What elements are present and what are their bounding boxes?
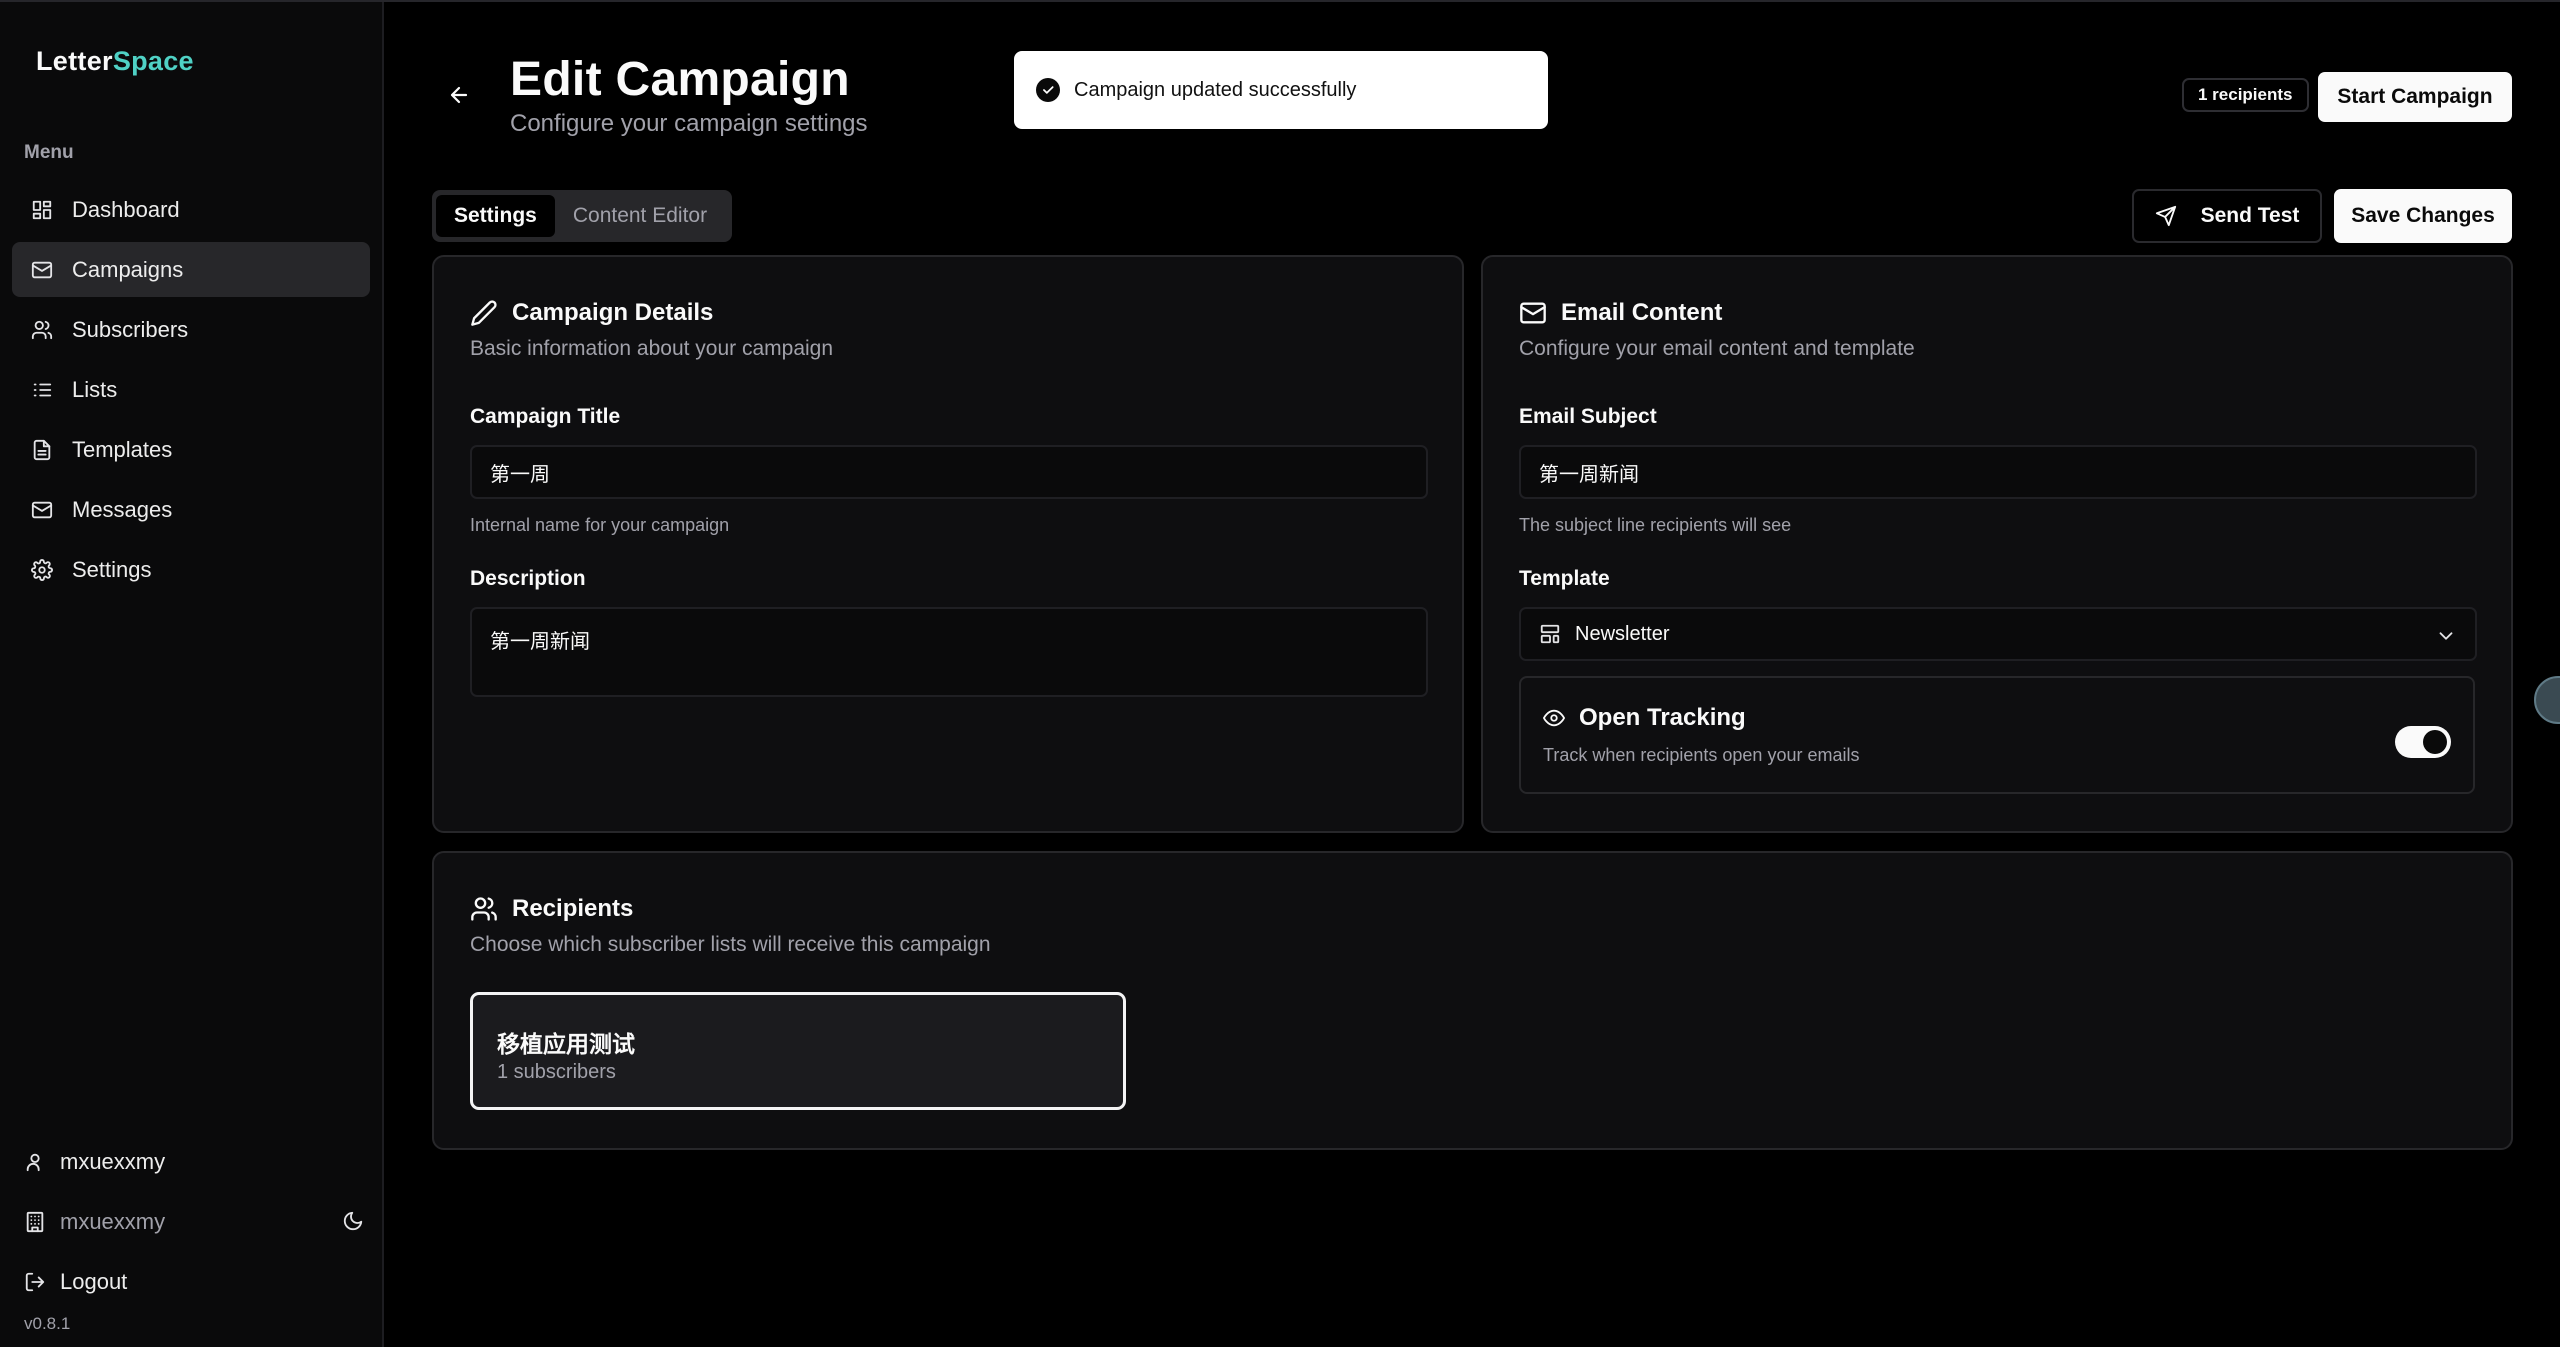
sidebar-item-templates[interactable]: Templates: [12, 422, 370, 477]
org-row[interactable]: mxuexxmy: [24, 1202, 364, 1242]
card-header: Campaign Details: [470, 299, 713, 327]
open-tracking-description: Track when recipients open your emails: [1543, 745, 1860, 765]
tab-list: Settings Content Editor: [432, 190, 732, 242]
mail-icon: [30, 498, 54, 522]
sidebar-item-label: Subscribers: [72, 316, 189, 342]
sidebar: LetterSpace Menu Dashboard Campaigns Sub…: [0, 2, 384, 1347]
success-toast: Campaign updated successfully: [1014, 51, 1548, 129]
campaign-details-card: Campaign Details Basic information about…: [432, 255, 1464, 833]
template-label: Template: [1519, 567, 1610, 590]
sidebar-item-lists[interactable]: Lists: [12, 362, 370, 417]
open-tracking-toggle[interactable]: [2395, 726, 2451, 758]
file-text-icon: [30, 438, 54, 462]
card-description: Choose which subscriber lists will recei…: [470, 933, 991, 956]
card-header: Recipients: [470, 895, 633, 923]
send-test-label: Send Test: [2200, 204, 2300, 227]
toast-message: Campaign updated successfully: [1074, 78, 1357, 101]
layout-template-icon: [1540, 624, 1560, 644]
back-button[interactable]: [444, 80, 474, 110]
card-title: Email Content: [1561, 299, 1723, 326]
sidebar-item-label: Dashboard: [72, 196, 180, 222]
logout-button[interactable]: Logout: [24, 1262, 364, 1302]
arrow-left-icon: [450, 86, 468, 104]
logo-text: Letter: [36, 46, 113, 76]
page-subtitle: Configure your campaign settings: [510, 110, 868, 137]
toggle-knob: [2423, 730, 2447, 754]
open-tracking-title: Open Tracking: [1543, 704, 1746, 732]
sidebar-item-messages[interactable]: Messages: [12, 482, 370, 537]
logout-label: Logout: [60, 1269, 128, 1294]
mail-icon: [1520, 302, 1546, 324]
recipients-card: Recipients Choose which subscriber lists…: [432, 851, 2513, 1150]
pencil-icon: [471, 300, 497, 326]
email-subject-hint: The subject line recipients will see: [1519, 515, 1792, 535]
email-subject-input[interactable]: 第一周新闻: [1519, 445, 2477, 499]
eye-icon: [1543, 709, 1565, 727]
logout-icon: [25, 1272, 45, 1292]
email-content-card: Email Content Configure your email conte…: [1481, 255, 2513, 833]
gear-icon: [30, 558, 54, 582]
campaign-title-hint: Internal name for your campaign: [470, 515, 730, 535]
sidebar-item-label: Settings: [72, 556, 152, 582]
send-test-button[interactable]: Send Test: [2132, 189, 2322, 243]
description-textarea[interactable]: 第一周新闻: [470, 607, 1428, 697]
building-icon: [26, 1211, 44, 1233]
users-icon: [30, 318, 54, 342]
template-select-value: Newsletter: [1575, 622, 1670, 645]
app-logo[interactable]: LetterSpace: [36, 46, 194, 77]
dashboard-icon: [30, 198, 54, 222]
page-title: Edit Campaign: [510, 53, 850, 106]
check-circle-icon: [1036, 78, 1060, 102]
user-row[interactable]: mxuexxmy: [24, 1142, 364, 1182]
sidebar-item-subscribers[interactable]: Subscribers: [12, 302, 370, 357]
sidebar-item-label: Campaigns: [72, 256, 184, 282]
start-campaign-button[interactable]: Start Campaign: [2318, 72, 2512, 122]
campaign-title-label: Campaign Title: [470, 405, 621, 428]
menu-label: Menu: [24, 142, 74, 163]
tab-content-editor[interactable]: Content Editor: [555, 195, 725, 237]
email-subject-label: Email Subject: [1519, 405, 1657, 428]
sidebar-item-campaigns[interactable]: Campaigns: [12, 242, 370, 297]
list-name: 移植应用测试: [497, 1031, 635, 1057]
card-title: Recipients: [512, 895, 634, 922]
floating-assistant-button[interactable]: [2534, 676, 2560, 724]
template-select[interactable]: Newsletter: [1519, 607, 2477, 661]
app-version: v0.8.1: [24, 1314, 71, 1333]
user-name: mxuexxmy: [60, 1149, 166, 1174]
open-tracking-label: Open Tracking: [1579, 704, 1746, 731]
chevron-down-icon: [2439, 632, 2453, 640]
sidebar-item-settings[interactable]: Settings: [12, 542, 370, 597]
org-name: mxuexxmy: [60, 1209, 166, 1234]
sidebar-nav: Dashboard Campaigns Subscribers Lists Te…: [12, 177, 370, 602]
subscriber-list-option[interactable]: 移植应用测试 1 subscribers: [470, 992, 1126, 1110]
tab-settings[interactable]: Settings: [436, 195, 555, 237]
campaign-title-input[interactable]: 第一周: [470, 445, 1428, 499]
moon-icon[interactable]: [342, 1210, 364, 1232]
sidebar-item-label: Messages: [72, 496, 173, 522]
open-tracking-panel: Open Tracking Track when recipients open…: [1519, 676, 2475, 794]
card-header: Email Content: [1519, 299, 1722, 327]
logo-accent-text: Space: [112, 46, 194, 76]
users-icon: [471, 897, 497, 921]
mail-icon: [30, 258, 54, 282]
sidebar-item-label: Lists: [72, 376, 118, 402]
card-description: Configure your email content and templat…: [1519, 337, 1915, 360]
card-description: Basic information about your campaign: [470, 337, 834, 360]
list-subscriber-count: 1 subscribers: [497, 1061, 616, 1083]
sidebar-item-dashboard[interactable]: Dashboard: [12, 182, 370, 237]
description-label: Description: [470, 567, 586, 590]
card-title: Campaign Details: [512, 299, 714, 326]
save-changes-button[interactable]: Save Changes: [2334, 189, 2512, 243]
sidebar-item-label: Templates: [72, 436, 173, 462]
recipients-badge: 1 recipients: [2182, 78, 2309, 112]
user-icon: [26, 1153, 40, 1172]
list-icon: [30, 378, 54, 402]
send-icon: [2155, 205, 2176, 227]
